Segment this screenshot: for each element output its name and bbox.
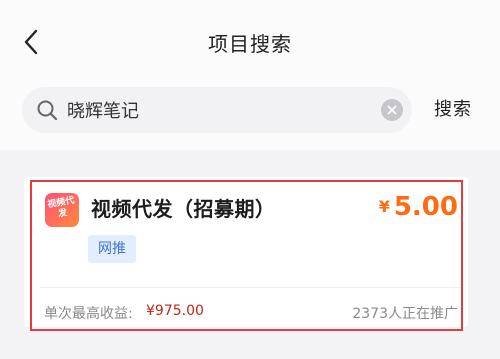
clear-search-button[interactable] — [381, 99, 403, 121]
page-title: 项目搜索 — [208, 32, 292, 56]
price-amount: 5.00 — [393, 192, 458, 222]
project-logo: 视频代发 — [45, 193, 79, 227]
clear-circle-icon — [387, 105, 397, 115]
navigation-bar: 项目搜索 — [0, 0, 500, 82]
price-currency: ¥ — [378, 197, 390, 216]
search-input[interactable] — [67, 87, 367, 133]
promoting-count: 2373人正在推广 — [352, 306, 458, 322]
logo-text: 视频代发 — [46, 195, 76, 220]
max-earn-label: 单次最高收益: — [44, 306, 133, 322]
project-title[interactable]: 视频代发（招募期） — [91, 193, 276, 222]
top-bar: 项目搜索 搜索 — [0, 0, 500, 150]
search-box[interactable] — [22, 87, 412, 133]
card-divider — [40, 287, 460, 288]
search-bar: 搜索 — [0, 82, 500, 140]
search-button[interactable]: 搜索 — [434, 95, 472, 121]
search-icon — [37, 100, 58, 121]
project-tag: 网推 — [88, 235, 136, 263]
max-earn-value: ¥975.00 — [146, 303, 204, 319]
project-price: ¥5.00 — [379, 192, 458, 222]
